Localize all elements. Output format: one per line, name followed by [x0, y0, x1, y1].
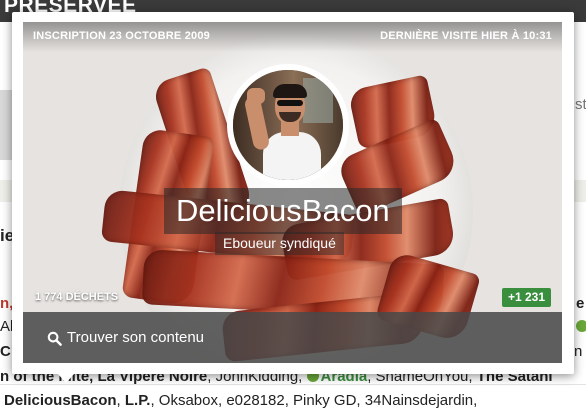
user-profile-popup: INSCRIPTION 23 OCTOBRE 2009 DERNIÈRE VIS… [12, 12, 574, 374]
bg-fragment-e: e [576, 295, 585, 312]
waste-count: 1 774 DÉCHETS [35, 291, 119, 303]
score-badge: +1 231 [501, 288, 551, 307]
find-content-button[interactable]: Trouver son contenu [47, 328, 204, 348]
avatar[interactable] [233, 70, 343, 180]
avatar-ring [227, 64, 349, 186]
registration-date: INSCRIPTION 23 OCTOBRE 2009 [33, 30, 210, 42]
bg-fragment-c: C [0, 343, 11, 360]
search-icon [47, 331, 62, 346]
profile-user-title: Eboueur syndiqué [215, 232, 344, 255]
status-dot-icon [576, 320, 586, 332]
user-link-lp[interactable]: L.P. [125, 392, 151, 409]
bg-user-list: DeliciousBacon, L.P., Oksabox, e028182, … [4, 392, 478, 409]
profile-banner: INSCRIPTION 23 OCTOBRE 2009 DERNIÈRE VIS… [23, 22, 562, 363]
bg-fragment-st: st [575, 96, 586, 113]
bg-fragment-n-right: n [574, 343, 583, 360]
popup-pointer [58, 374, 74, 383]
find-content-label: Trouver son contenu [67, 329, 205, 346]
background-image-strip [0, 90, 12, 160]
profile-username[interactable]: DeliciousBacon [164, 188, 402, 234]
user-list-rest[interactable]: , Oksabox, e028182, Pinky GD, 34Nainsdej… [150, 392, 477, 409]
user-link-deliciousbacon[interactable]: DeliciousBacon [4, 392, 117, 409]
profile-action-bar: Trouver son contenu [23, 312, 562, 363]
last-visit: DERNIÈRE VISITE HIER À 10:31 [380, 30, 552, 42]
